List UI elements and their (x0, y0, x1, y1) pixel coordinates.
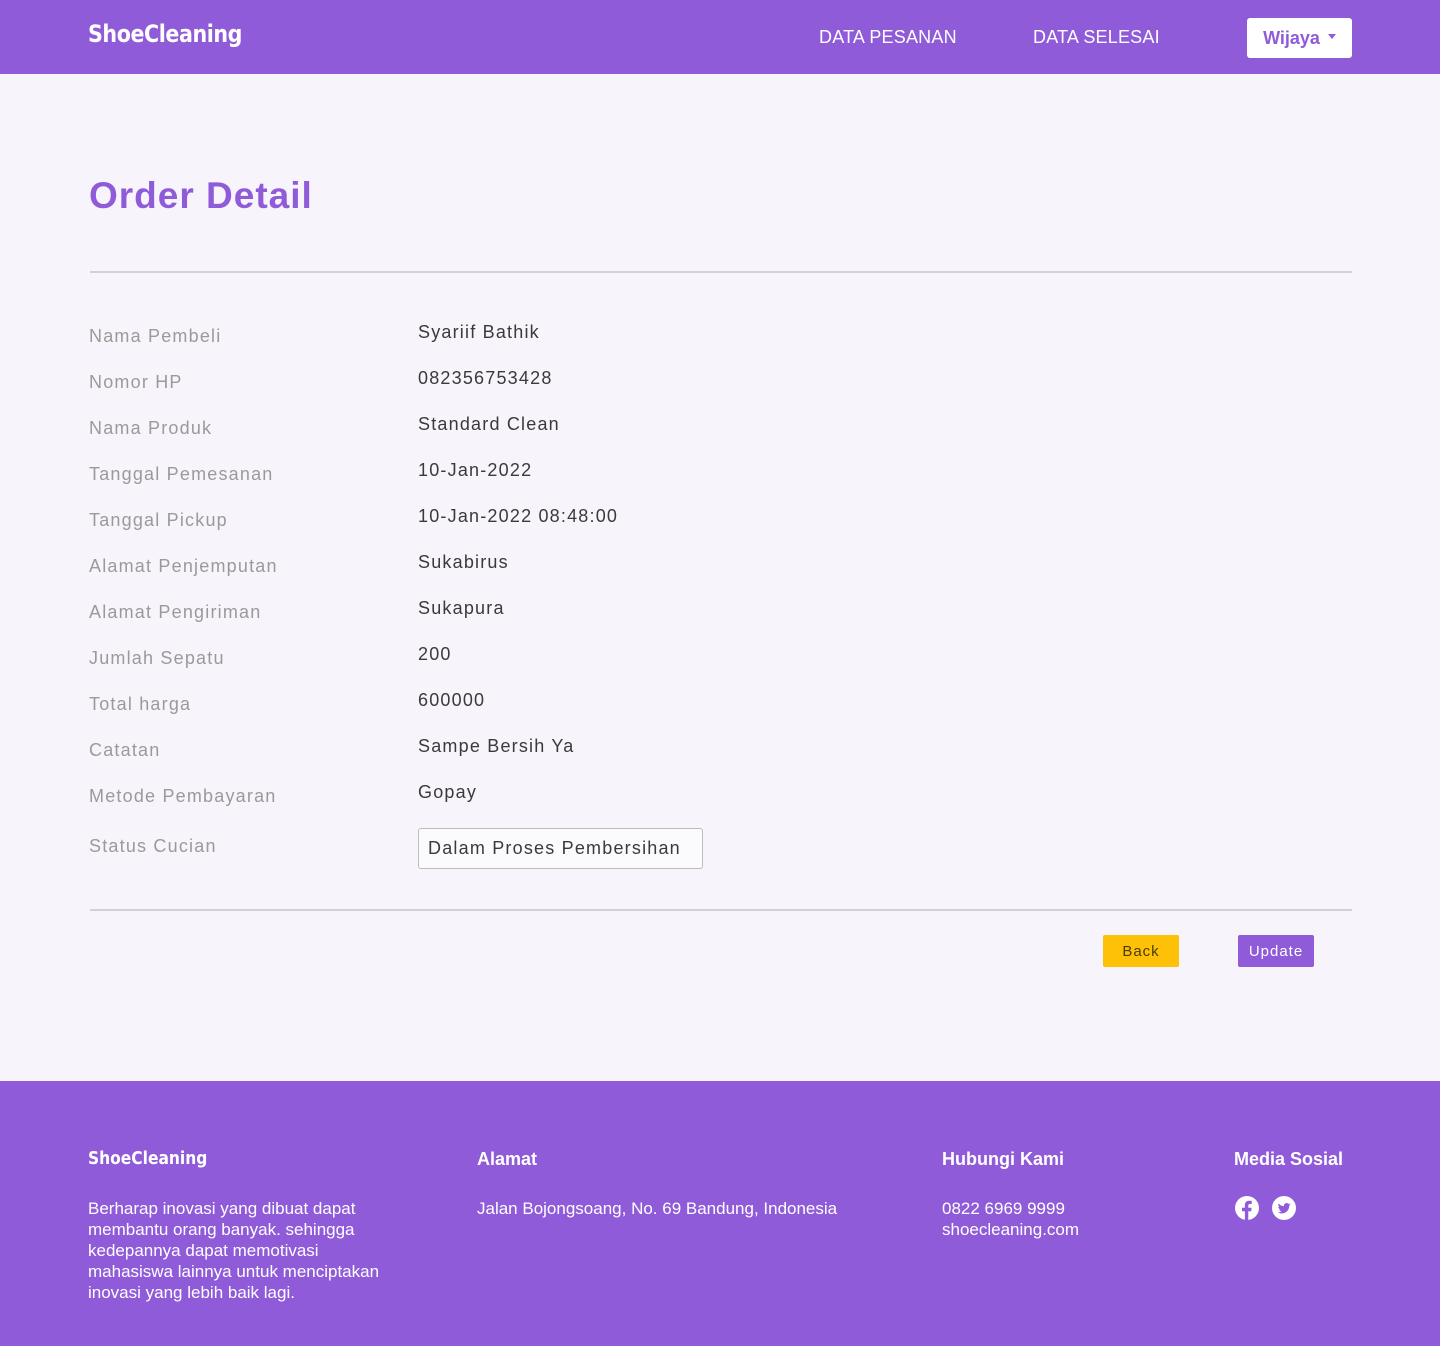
footer-social-heading: Media Sosial (1234, 1149, 1344, 1169)
footer-website[interactable]: shoecleaning.com (942, 1219, 1079, 1240)
divider-bottom (90, 909, 1352, 911)
field-row-alamat-penjemputan: Alamat Penjemputan Sukabirus (0, 552, 1440, 582)
nav-data-selesai[interactable]: DATA SELESAI (1033, 27, 1160, 48)
field-value: Sukapura (418, 598, 505, 618)
footer-address-heading: Alamat (477, 1149, 538, 1169)
field-value: Standard Clean (418, 414, 560, 434)
navbar: ShoeCleaning DATA PESANAN DATA SELESAI W… (0, 0, 1440, 74)
field-value: Sampe Bersih Ya (418, 736, 575, 756)
field-value: Gopay (418, 782, 478, 802)
footer-contact-heading: Hubungi Kami (942, 1149, 1064, 1169)
field-value: 10-Jan-2022 08:48:00 (418, 506, 619, 526)
field-row-nomor-hp: Nomor HP 082356753428 (0, 368, 1440, 398)
field-label: Nomor HP (89, 372, 183, 392)
field-label: Nama Produk (89, 418, 213, 438)
field-row-jumlah-sepatu: Jumlah Sepatu 200 (0, 644, 1440, 674)
user-dropdown-button[interactable]: Wijaya (1247, 18, 1352, 58)
field-value: 10-Jan-2022 (418, 460, 533, 480)
footer-brand: ShoeCleaning (88, 1148, 208, 1169)
field-row-nama-produk: Nama Produk Standard Clean (0, 414, 1440, 444)
field-row-metode-pembayaran: Metode Pembayaran Gopay (0, 782, 1440, 812)
field-value: Sukabirus (418, 552, 509, 572)
footer-description: Berharap inovasi yang dibuat dapat memba… (88, 1199, 380, 1302)
field-label: Total harga (89, 694, 192, 714)
user-name: Wijaya (1263, 27, 1320, 48)
field-row-tanggal-pemesanan: Tanggal Pemesanan 10-Jan-2022 (0, 460, 1440, 490)
footer: ShoeCleaning Berharap inovasi yang dibua… (0, 1081, 1440, 1346)
field-label: Alamat Penjemputan (89, 556, 278, 576)
field-value: 082356753428 (418, 368, 553, 388)
nav-data-pesanan[interactable]: DATA PESANAN (819, 27, 957, 48)
status-select[interactable]: Dalam Proses Pembersihan (418, 828, 703, 869)
facebook-icon[interactable] (1235, 1196, 1259, 1220)
update-button[interactable]: Update (1238, 935, 1314, 967)
field-value: 200 (418, 644, 452, 664)
chevron-down-icon (1327, 33, 1336, 39)
field-label: Status Cucian (89, 836, 217, 856)
field-row-alamat-pengiriman: Alamat Pengiriman Sukapura (0, 598, 1440, 628)
field-row-total-harga: Total harga 600000 (0, 690, 1440, 720)
field-value: Syariif Bathik (418, 322, 540, 342)
field-label: Metode Pembayaran (89, 786, 277, 806)
field-row-status-cucian: Status Cucian (0, 832, 1440, 862)
page-title: Order Detail (89, 175, 313, 216)
field-row-catatan: Catatan Sampe Bersih Ya (0, 736, 1440, 766)
field-row-nama-pembeli: Nama Pembeli Syariif Bathik (0, 322, 1440, 352)
field-value: 600000 (418, 690, 486, 710)
twitter-icon[interactable] (1272, 1196, 1296, 1220)
back-button[interactable]: Back (1103, 935, 1179, 967)
brand-logo[interactable]: ShoeCleaning (88, 20, 242, 48)
field-row-tanggal-pickup: Tanggal Pickup 10-Jan-2022 08:48:00 (0, 506, 1440, 536)
field-label: Jumlah Sepatu (89, 648, 225, 668)
footer-phone: 0822 6969 9999 (942, 1199, 1065, 1218)
field-label: Tanggal Pickup (89, 510, 228, 530)
footer-address: Jalan Bojongsoang, No. 69 Bandung, Indon… (477, 1199, 838, 1218)
divider-top (90, 271, 1352, 273)
field-label: Alamat Pengiriman (89, 602, 262, 622)
field-label: Nama Pembeli (89, 326, 222, 346)
field-label: Tanggal Pemesanan (89, 464, 274, 484)
field-label: Catatan (89, 740, 161, 760)
